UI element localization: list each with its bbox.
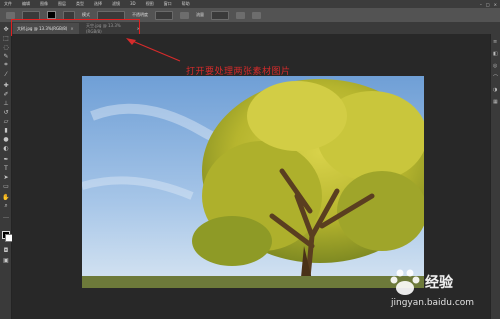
more-tools-icon[interactable]: … <box>2 213 10 220</box>
watermark-brand: 经验 <box>425 275 453 291</box>
lasso-icon[interactable]: ◌ <box>2 44 10 51</box>
menu-filter[interactable]: 滤镜 <box>112 0 120 8</box>
eyedropper-icon[interactable]: ⁄ <box>2 71 10 78</box>
tree-photo[interactable] <box>82 76 424 288</box>
menu-image[interactable]: 图像 <box>40 0 48 8</box>
paths-panel-icon[interactable]: ⌒ <box>493 76 499 81</box>
healing-icon[interactable]: ✚ <box>2 82 10 89</box>
mode-label: 模式 <box>82 12 90 17</box>
stamp-icon[interactable]: ⊥ <box>2 100 10 107</box>
crop-icon[interactable]: ⌗ <box>2 61 10 68</box>
menu-3d[interactable]: 3D <box>130 0 136 8</box>
flow-label: 流量 <box>196 12 204 17</box>
menu-help[interactable]: 帮助 <box>182 0 190 8</box>
opacity-label: 不透明度 <box>132 12 148 17</box>
menu-bar: 文件 编辑 图像 图层 类型 选择 滤镜 3D 视图 窗口 帮助 – □ × <box>0 0 500 8</box>
menu-type[interactable]: 类型 <box>76 0 84 8</box>
properties-panel-icon[interactable]: ≡ <box>493 40 499 45</box>
eraser-icon[interactable]: ▱ <box>2 118 10 125</box>
opacity-field[interactable] <box>155 10 173 20</box>
pen-icon[interactable]: ✒ <box>2 156 10 163</box>
watermark-url: jingyan.baidu.com <box>391 298 475 308</box>
brush-icon[interactable]: ✐ <box>2 91 10 98</box>
menu-layer[interactable]: 图层 <box>58 0 66 8</box>
type-icon[interactable]: T <box>2 165 10 172</box>
flow-field[interactable] <box>211 10 229 20</box>
tool-preset-button[interactable] <box>6 11 15 19</box>
channels-panel-icon[interactable]: ◎ <box>493 64 499 69</box>
pressure-opacity-button[interactable] <box>180 11 189 19</box>
shape-icon[interactable]: ▭ <box>2 183 10 190</box>
airbrush-button[interactable] <box>236 11 245 19</box>
layers-panel-icon[interactable]: ◧ <box>493 52 499 57</box>
gradient-icon[interactable]: ▮ <box>2 127 10 134</box>
swatches-panel-icon[interactable]: ▦ <box>493 100 499 105</box>
menu-file[interactable]: 文件 <box>4 0 12 8</box>
dodge-icon[interactable]: ◐ <box>2 145 10 152</box>
annotation-text: 打开要处理两张素材图片 <box>186 67 291 77</box>
zoom-icon[interactable]: ⌕ <box>2 202 10 209</box>
tools-panel: ✥ ⬚ ◌ ✎ ⌗ ⁄ ✚ ✐ ⊥ ↺ ▱ ▮ ● ◐ ✒ T ➤ ▭ ✋ ⌕ … <box>0 22 13 319</box>
quick-mask-icon[interactable]: ◘ <box>2 247 10 254</box>
menu-select[interactable]: 选择 <box>94 0 102 8</box>
menu-edit[interactable]: 编辑 <box>22 0 30 8</box>
tree-photo-svg <box>82 76 424 288</box>
color-swatch[interactable] <box>47 11 56 19</box>
screen-mode-icon[interactable]: ▣ <box>2 257 10 264</box>
pressure-size-button[interactable] <box>252 11 261 19</box>
baidu-jingyan-watermark: 经验 jingyan.baidu.com <box>385 268 495 314</box>
move-icon[interactable]: ✥ <box>2 26 10 33</box>
paw-icon <box>390 269 420 295</box>
menu-view[interactable]: 视图 <box>146 0 154 8</box>
history-brush-icon[interactable]: ↺ <box>2 109 10 116</box>
adjustments-panel-icon[interactable]: ◑ <box>493 88 499 93</box>
hand-icon[interactable]: ✋ <box>2 194 10 201</box>
quick-select-icon[interactable]: ✎ <box>2 53 10 60</box>
path-select-icon[interactable]: ➤ <box>2 174 10 181</box>
menu-window[interactable]: 窗口 <box>164 0 172 8</box>
blur-icon[interactable]: ● <box>2 136 10 143</box>
marquee-icon[interactable]: ⬚ <box>2 35 10 42</box>
